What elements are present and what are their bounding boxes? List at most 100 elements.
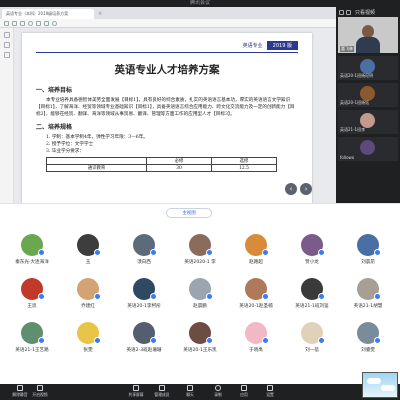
mic-status-icon	[206, 249, 213, 256]
participant-tile[interactable]: 玉	[60, 229, 116, 269]
section-paragraph: 本专业培养具备德智体美劳全面发展【目标1】，具有良好的综合素质，扎实的英语语言基…	[36, 98, 295, 117]
credit-table: 必修 选修 通识教育 30 12.5	[46, 157, 277, 172]
video-thumbnail[interactable]: followo	[338, 137, 398, 161]
page-nav: ‹ ›	[285, 183, 312, 195]
participant-tile[interactable]: 刘一蓓	[284, 317, 340, 357]
self-video-thumbnail[interactable]	[362, 372, 398, 398]
video-thumbnail[interactable]: 英语20-1班杨钰	[338, 83, 398, 107]
menu-icon[interactable]	[4, 20, 9, 26]
control-button[interactable]: 设置	[256, 385, 284, 398]
participant-tile[interactable]: 英语21-1胡慧	[340, 273, 396, 313]
members-icon	[159, 385, 165, 391]
participant-tile[interactable]: 乔建红	[60, 273, 116, 313]
participant-tile[interactable]: 刘睿雯	[340, 317, 396, 357]
main-view-toggle[interactable]: 主视图	[166, 208, 212, 218]
grid-icon[interactable]	[346, 9, 351, 15]
participant-name: 赵晨鹏	[193, 304, 207, 309]
video-only-toggle[interactable]: 只看视频	[355, 9, 375, 16]
participant-name: 张雯	[83, 348, 93, 353]
share-screen-icon	[133, 385, 139, 391]
participant-name: 赵路超	[249, 260, 263, 265]
viewer-tab-strip: 英语专业（本科）2019级培养方案 ×	[0, 7, 336, 19]
viewer-tab-title: 英语专业（本科）2019级培养方案	[6, 11, 69, 16]
control-button[interactable]: 管理成员	[148, 385, 176, 398]
participant-tile[interactable]: 英语21-1班刘鉴	[284, 273, 340, 313]
participant-name: 英语21-1班刘鉴	[295, 304, 329, 309]
participant-tile[interactable]: 张雯	[60, 317, 116, 357]
page-header: 英语专业 2019 版	[36, 41, 298, 53]
app-title: 腾讯会议	[189, 0, 210, 6]
comment-icon[interactable]	[3, 52, 10, 58]
participant-tile[interactable]: 英语2020-1 李	[172, 229, 228, 269]
participant-grid: 秦东光·大连海洋 玉须白西 英语2020-1 李 赵路超 赞小龙刘晨昂王思 乔建红英语20…	[0, 221, 400, 384]
control-button[interactable]: 录制	[204, 385, 232, 398]
rotate-icon[interactable]	[36, 20, 41, 26]
page-header-label: 英语专业	[242, 43, 263, 49]
participant-tile[interactable]: 英语21-1王艺路	[4, 317, 60, 357]
control-button[interactable]: 应用	[230, 385, 258, 398]
control-button[interactable]: 共享屏幕	[122, 385, 150, 398]
mic-status-icon	[38, 293, 45, 300]
next-page-icon[interactable]: ›	[300, 183, 312, 195]
participant-name: 刘一蓓	[305, 348, 319, 353]
participant-tile[interactable]: 英语20-1王乐凯	[172, 317, 228, 357]
participant-name: 英语2020-1 李	[184, 260, 216, 265]
participant-tile[interactable]: 王思	[4, 273, 60, 313]
control-label: 管理成员	[154, 392, 170, 397]
participant-tile[interactable]: 英语2-3班赵珊珊	[116, 317, 172, 357]
video-thumbnail[interactable]: 英语20-1班杨纪明	[338, 56, 398, 80]
participant-tile[interactable]: 赞小龙	[284, 229, 340, 269]
participant-name: 须白西	[137, 260, 151, 265]
table-header-cell: 选修	[211, 157, 277, 165]
participant-tile[interactable]: 须白西	[116, 229, 172, 269]
participant-name: 秦东光·大连海洋	[15, 260, 49, 265]
participant-tile[interactable]: 赵晨鹏	[172, 273, 228, 313]
mic-status-icon	[94, 293, 101, 300]
participant-tile[interactable]: 赵路超	[228, 229, 284, 269]
record-icon	[215, 385, 221, 391]
participant-tile[interactable]: 英语20-1李柯彤	[116, 273, 172, 313]
chat-icon	[187, 385, 193, 391]
participant-name: 英语21-1胡慧	[353, 304, 383, 309]
control-label: 共享屏幕	[128, 392, 144, 397]
bookmark-icon[interactable]	[3, 42, 10, 48]
thumbnail-icon[interactable]	[3, 32, 10, 38]
search-icon[interactable]	[52, 20, 57, 26]
fit-page-icon[interactable]	[44, 20, 49, 26]
layout-icon[interactable]	[339, 9, 344, 15]
save-icon[interactable]	[12, 20, 17, 26]
mic-status-icon	[94, 249, 101, 256]
avatar	[360, 140, 375, 155]
participant-name: 于晓禹	[249, 348, 263, 353]
control-button[interactable]: 开启视频	[26, 385, 54, 398]
video-thumbnail[interactable]: 英语21-1班李	[338, 110, 398, 134]
participant-tile[interactable]: 刘晨昂	[340, 229, 396, 269]
participant-name: 英语20-1赵圣楠	[239, 304, 273, 309]
section-title: 二、培养规格	[36, 124, 73, 131]
table-header-cell	[46, 157, 147, 165]
table-header-row: 必修 选修	[46, 157, 277, 165]
participant-tile[interactable]: 于晓禹	[228, 317, 284, 357]
cloud-shape	[381, 385, 395, 391]
zoom-icon[interactable]	[28, 20, 33, 26]
print-icon[interactable]	[20, 20, 25, 26]
participant-name: 刘晨昂	[361, 260, 375, 265]
spec-line: 3. 毕业学分要求：	[46, 149, 85, 154]
participant-name: 英语20-1王乐凯	[183, 348, 217, 353]
participant-tile[interactable]: 英语20-1赵圣楠	[228, 273, 284, 313]
participant-name: 英语20-1李柯彤	[127, 304, 161, 309]
avatar	[360, 113, 375, 128]
gallery-bar: 主视图	[0, 203, 400, 221]
thumbnail-name: 英语21-1班李	[340, 127, 366, 132]
avatar	[360, 59, 375, 74]
mic-status-icon	[206, 293, 213, 300]
participant-tile[interactable]: 秦东光·大连海洋	[4, 229, 60, 269]
cloud-shape	[367, 378, 381, 384]
viewer-tab[interactable]: 英语专业（本科）2019级培养方案	[2, 9, 94, 19]
control-button[interactable]: 聊天	[176, 385, 204, 398]
speaker-video[interactable]: 喜飞林	[338, 17, 398, 53]
prev-page-icon[interactable]: ‹	[285, 183, 297, 195]
mic-status-icon	[262, 249, 269, 256]
close-icon[interactable]: ×	[98, 9, 102, 19]
speaker-panel: 只看视频 喜飞林 英语20-1班杨纪明 英语20-1班杨钰 英语21-1班李 f…	[336, 7, 400, 203]
